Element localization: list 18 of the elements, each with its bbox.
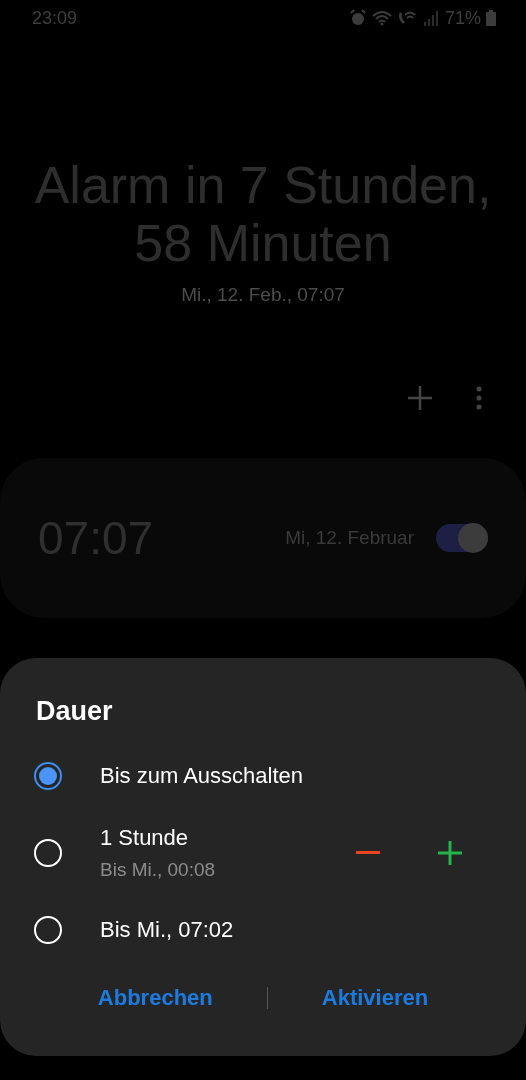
dialog-title: Dauer bbox=[35, 696, 114, 727]
wifi-icon bbox=[371, 10, 392, 26]
battery-icon bbox=[486, 10, 496, 26]
option-label[interactable]: Bis zum Ausschalten bbox=[100, 763, 526, 789]
alarm-toggle[interactable] bbox=[436, 524, 488, 552]
option-detail: Bis Mi., 00:08 bbox=[100, 859, 217, 881]
alarm-date: Mi., 12. Feb., 07:07 bbox=[180, 284, 346, 306]
radio-button[interactable] bbox=[34, 762, 62, 790]
alarm-clock-icon bbox=[348, 9, 367, 27]
minus-icon[interactable] bbox=[356, 851, 380, 855]
dialog-button[interactable]: Abbrechen bbox=[97, 979, 213, 1017]
option-label[interactable]: 1 Stunde bbox=[100, 825, 356, 851]
status-time: 23:09 bbox=[32, 7, 78, 29]
dialog-button[interactable]: Aktivieren bbox=[321, 979, 429, 1017]
signal-icon bbox=[423, 10, 438, 26]
plus-icon[interactable] bbox=[438, 841, 462, 865]
option-label[interactable]: Bis Mi., 07:02 bbox=[100, 917, 526, 943]
battery-percent: 71% bbox=[444, 7, 481, 29]
